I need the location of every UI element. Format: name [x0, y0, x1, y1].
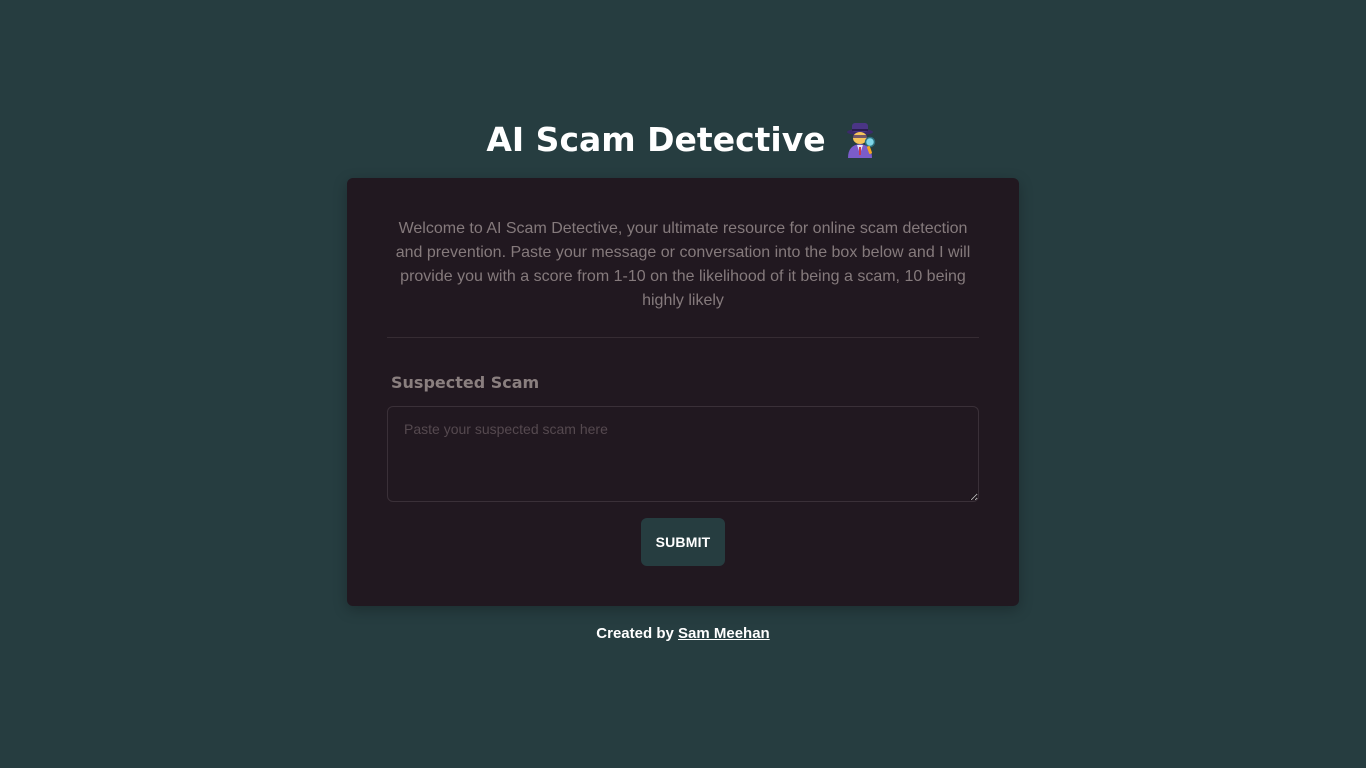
intro-text: Welcome to AI Scam Detective, your ultim…	[395, 220, 971, 309]
page-title: AI Scam Detective	[0, 116, 1366, 164]
suspected-scam-label: Suspected Scam	[391, 373, 540, 392]
footer-credit: Created by Sam Meehan	[0, 623, 1366, 645]
divider	[387, 337, 979, 338]
submit-button[interactable]: SUBMIT	[641, 518, 725, 566]
footer-prefix: Created by	[596, 625, 678, 642]
author-link[interactable]: Sam Meehan	[678, 625, 770, 642]
detective-icon	[840, 120, 880, 160]
suspected-scam-input[interactable]	[387, 406, 979, 502]
page-title-text: AI Scam Detective	[486, 120, 826, 159]
detector-card: Welcome to AI Scam Detective, your ultim…	[347, 178, 1019, 606]
